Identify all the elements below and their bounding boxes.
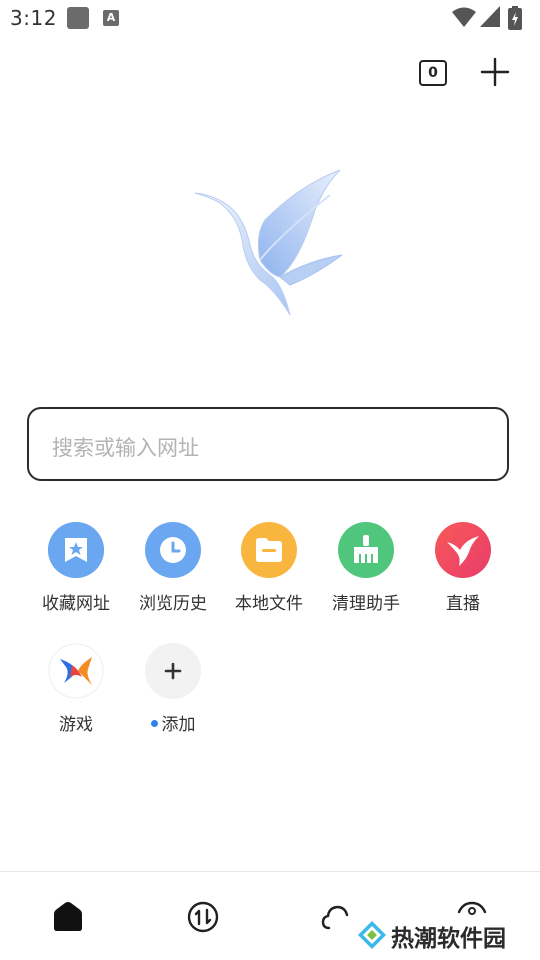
browser-home-page: 3:12 A 0 搜索或输入网址 收藏网址 浏览历史 本地文件 清理助手 直播 … (0, 0, 540, 960)
game-x-icon (48, 643, 104, 699)
status-bar: 3:12 A (0, 0, 540, 38)
shortcut-label: 浏览历史 (139, 594, 207, 614)
tab-count-button[interactable]: 0 (419, 60, 447, 86)
new-indicator-dot (150, 719, 158, 727)
bookmark-star-icon (48, 522, 104, 578)
shortcut-cleaner[interactable]: 清理助手 (318, 522, 414, 614)
shortcut-label: 收藏网址 (42, 594, 110, 614)
plus-icon (145, 643, 201, 699)
shortcut-games[interactable]: 游戏 (28, 643, 124, 735)
broom-icon (338, 522, 394, 578)
signal-icon (480, 6, 500, 27)
shortcut-label: 本地文件 (235, 594, 303, 614)
notification-icon (67, 7, 89, 29)
search-input[interactable]: 搜索或输入网址 (27, 407, 509, 481)
home-icon[interactable] (51, 900, 85, 934)
shortcut-label-add: 添加 (125, 710, 221, 735)
shortcut-live[interactable]: 直播 (415, 522, 511, 614)
wifi-icon (452, 7, 476, 27)
clock-icon (145, 522, 201, 578)
add-label-text: 添加 (161, 715, 196, 735)
battery-icon (508, 6, 522, 30)
app-logo-bird-icon (194, 169, 343, 316)
folder-icon (241, 522, 297, 578)
watermark: 热潮软件园 (355, 917, 535, 953)
system-icons (452, 6, 532, 30)
transfer-icon[interactable] (186, 900, 220, 934)
bottom-nav-divider (0, 871, 540, 872)
cloud-icon[interactable] (320, 900, 354, 934)
shortcut-add[interactable]: 添加 (125, 643, 221, 735)
search-placeholder: 搜索或输入网址 (52, 436, 199, 460)
bird-icon (435, 522, 491, 578)
watermark-logo-icon (358, 921, 386, 949)
watermark-text: 热潮软件园 (391, 926, 506, 952)
status-time: 3:12 (10, 6, 57, 30)
shortcut-label: 清理助手 (332, 594, 400, 614)
shortcut-bookmarks[interactable]: 收藏网址 (28, 522, 124, 614)
notification-letter-icon: A (103, 10, 119, 26)
shortcut-label: 游戏 (59, 715, 93, 735)
shortcut-history[interactable]: 浏览历史 (125, 522, 221, 614)
shortcut-label: 直播 (446, 594, 480, 614)
new-tab-plus-icon[interactable] (480, 57, 510, 87)
shortcut-local-files[interactable]: 本地文件 (221, 522, 317, 614)
